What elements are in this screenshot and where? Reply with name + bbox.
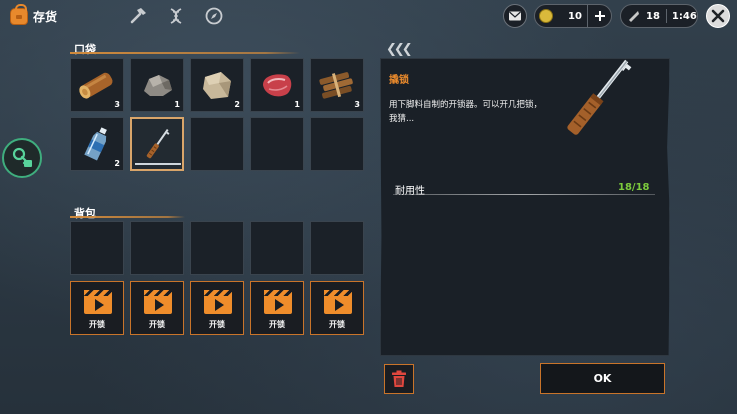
video-clapper-icon xyxy=(264,290,292,314)
video-clapper-icon xyxy=(84,290,112,314)
video-clapper-icon xyxy=(204,290,232,314)
video-clapper-icon xyxy=(144,290,172,314)
pocket-slot-5[interactable]: 3 xyxy=(310,58,364,112)
pocket-slot-10[interactable] xyxy=(310,117,364,171)
backpack-slot-1[interactable] xyxy=(70,221,124,275)
slot-count: 2 xyxy=(234,100,240,109)
mail-button[interactable] xyxy=(503,4,527,28)
pocket-slot-1[interactable]: 3 xyxy=(70,58,124,112)
close-icon xyxy=(711,9,725,23)
pocket-slot-3[interactable]: 2 xyxy=(190,58,244,112)
item-name: 撬锁 xyxy=(389,75,409,86)
video-clapper-icon xyxy=(324,290,352,314)
pocket-slot-4[interactable]: 1 xyxy=(250,58,304,112)
unlock-slot-4[interactable]: 开锁 xyxy=(250,281,304,335)
unlock-label: 开锁 xyxy=(329,320,345,329)
item-description: 用下脚料自制的开锁器。可以开几把锁，我猜... xyxy=(389,100,543,124)
pocket-slot-9[interactable] xyxy=(250,117,304,171)
top-bar: 存货 10 18 1:46 xyxy=(0,0,737,32)
pocket-slot-7-selected[interactable] xyxy=(130,117,184,171)
lockpick-large-icon xyxy=(567,59,632,135)
durability-value: 18/18 xyxy=(618,182,650,193)
compass-icon xyxy=(205,7,223,25)
coin-count: 10 xyxy=(568,10,582,22)
coin-icon xyxy=(539,9,553,23)
backpack-slot-2[interactable] xyxy=(130,221,184,275)
lockpick-icon xyxy=(132,119,182,169)
slot-count: 3 xyxy=(354,100,360,109)
backpack-slot-4[interactable] xyxy=(250,221,304,275)
crafting-hammer-icon xyxy=(130,8,146,24)
slot-count: 3 xyxy=(114,100,120,109)
trash-icon xyxy=(392,370,406,387)
ok-button[interactable]: OK xyxy=(540,363,665,394)
durability-bar xyxy=(135,163,181,165)
ammo-count: 18 xyxy=(646,10,660,22)
close-button[interactable] xyxy=(706,4,730,28)
unlock-slot-1[interactable]: 开锁 xyxy=(70,281,124,335)
pocket-slot-6[interactable]: 2 xyxy=(70,117,124,171)
slot-count: 1 xyxy=(174,100,180,109)
unlock-label: 开锁 xyxy=(149,320,165,329)
stat-divider xyxy=(393,194,655,195)
inventory-bag-icon xyxy=(10,3,28,25)
back-arrows-icon[interactable]: ❮❮❮ xyxy=(386,42,413,57)
unlock-slot-3[interactable]: 开锁 xyxy=(190,281,244,335)
unlock-slot-2[interactable]: 开锁 xyxy=(130,281,184,335)
mail-icon xyxy=(509,11,521,21)
side-key-button[interactable] xyxy=(2,138,42,178)
discard-button[interactable] xyxy=(384,364,414,394)
ammo-time-display: 18 1:46 xyxy=(620,4,698,28)
backpack-slot-3[interactable] xyxy=(190,221,244,275)
tab-map[interactable] xyxy=(204,6,224,26)
pocket-slot-8[interactable] xyxy=(190,117,244,171)
slot-count: 2 xyxy=(114,159,120,168)
tab-inventory-label: 存货 xyxy=(33,9,58,24)
dna-icon xyxy=(170,8,182,24)
tab-crafting[interactable] xyxy=(128,6,148,26)
currency-display: 10 xyxy=(534,4,612,28)
tab-inventory[interactable]: 存货 xyxy=(10,3,58,27)
bullet-icon xyxy=(629,11,639,22)
backpack-title: 背包 xyxy=(74,207,96,220)
backpack-underline xyxy=(70,216,185,218)
add-currency-button[interactable] xyxy=(587,5,611,27)
unlock-label: 开锁 xyxy=(89,320,105,329)
plus-icon xyxy=(594,11,605,21)
unlock-slot-5[interactable]: 开锁 xyxy=(310,281,364,335)
pocket-slot-2[interactable]: 1 xyxy=(130,58,184,112)
unlock-label: 开锁 xyxy=(209,320,225,329)
game-time: 1:46 xyxy=(671,10,697,22)
pocket-title: 口袋 xyxy=(74,43,96,56)
pocket-underline xyxy=(70,52,300,54)
slot-count: 1 xyxy=(294,100,300,109)
tab-research[interactable] xyxy=(166,6,186,26)
unlock-label: 开锁 xyxy=(269,320,285,329)
backpack-slot-5[interactable] xyxy=(310,221,364,275)
key-lock-icon xyxy=(12,147,32,167)
divider xyxy=(665,9,667,23)
